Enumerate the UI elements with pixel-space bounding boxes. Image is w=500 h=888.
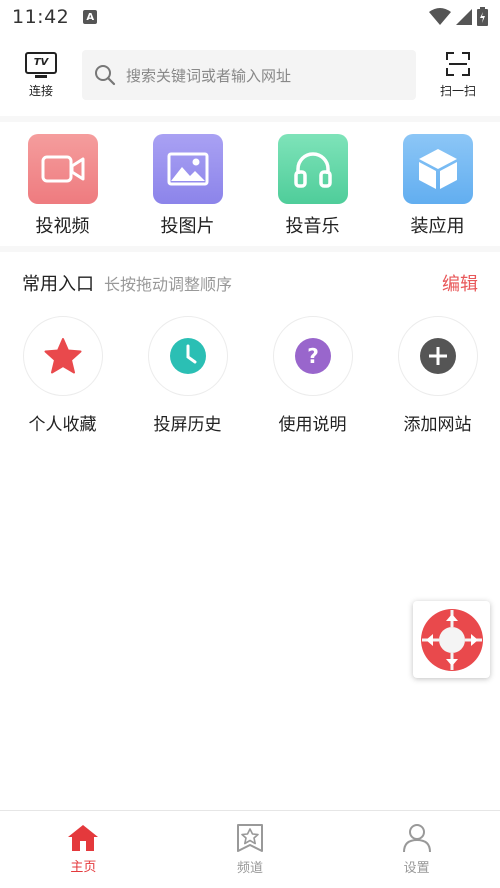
- person-icon: [402, 824, 431, 853]
- battery-icon: [477, 7, 488, 26]
- feature-tile: [402, 134, 473, 204]
- favorite-icon-circle: [22, 316, 103, 396]
- tv-icon: TV: [25, 51, 57, 78]
- scan-button[interactable]: 扫一扫: [416, 44, 500, 106]
- edit-button[interactable]: 编辑: [442, 270, 478, 296]
- clock-icon: [169, 338, 206, 374]
- nav-item-channel[interactable]: 频道: [167, 811, 334, 888]
- status-bar: 11:42 A: [0, 0, 500, 34]
- search-icon: [95, 65, 116, 86]
- favorite-personal-collection[interactable]: 个人收藏: [0, 316, 125, 436]
- notification-app-icon: A: [83, 10, 98, 24]
- favorite-label: 添加网站: [403, 415, 472, 435]
- top-bar: TV 连接 搜索关键词或者输入网址 扫一扫: [0, 44, 500, 106]
- feature-cast-image[interactable]: 投图片: [125, 134, 250, 242]
- nav-label: 设置: [403, 861, 430, 876]
- favorite-label: 使用说明: [278, 415, 347, 435]
- feature-tile: [152, 134, 223, 204]
- remote-control-button[interactable]: [413, 601, 490, 678]
- tv-connect-label: 连接: [28, 83, 53, 98]
- nav-label: 主页: [70, 860, 97, 875]
- question-icon: ?: [294, 338, 331, 374]
- favorite-icon-circle: ?: [272, 316, 353, 396]
- video-camera-icon: [41, 155, 84, 183]
- scan-label: 扫一扫: [439, 83, 476, 98]
- favorites-header: 常用入口 长按拖动调整顺序 编辑: [0, 266, 500, 300]
- nav-item-settings[interactable]: 设置: [333, 811, 500, 888]
- feature-tile: [27, 134, 98, 204]
- tv-badge-text: TV: [33, 57, 49, 68]
- favorites-hint: 长按拖动调整顺序: [104, 275, 233, 294]
- section-divider: [0, 246, 500, 252]
- favorite-label: 投屏历史: [153, 415, 222, 435]
- signal-icon: [456, 8, 472, 25]
- feature-cast-video[interactable]: 投视频: [0, 134, 125, 242]
- feature-label: 投视频: [35, 216, 90, 237]
- bottom-nav: 主页 频道 设置: [0, 810, 500, 888]
- favorite-user-guide[interactable]: ? 使用说明: [250, 316, 375, 436]
- nav-item-home[interactable]: 主页: [0, 811, 167, 888]
- favorite-icon-circle: [397, 316, 478, 396]
- svg-text:?: ?: [307, 344, 319, 368]
- remote-dpad-icon: [420, 608, 483, 671]
- favorite-add-website[interactable]: 添加网站: [375, 316, 500, 436]
- status-indicators: [429, 7, 488, 26]
- home-icon: [68, 825, 99, 851]
- home-screen: 11:42 A TV 连接 搜索关键词或者输入网址 扫一扫 投视频 投图片 投音…: [0, 0, 500, 888]
- channel-star-icon: [237, 824, 263, 852]
- favorite-icon-circle: [147, 316, 228, 396]
- nav-label: 频道: [237, 861, 264, 876]
- headphones-icon: [293, 152, 332, 188]
- favorites-title: 常用入口: [22, 274, 94, 295]
- feature-label: 投音乐: [285, 216, 340, 237]
- favorite-cast-history[interactable]: 投屏历史: [125, 316, 250, 436]
- status-time: 11:42: [12, 6, 70, 28]
- scan-icon: [446, 51, 470, 76]
- star-icon: [44, 338, 81, 374]
- feature-label: 投图片: [160, 216, 215, 237]
- wifi-icon: [429, 7, 451, 25]
- cube-icon: [418, 149, 457, 189]
- search-placeholder: 搜索关键词或者输入网址: [126, 66, 292, 85]
- feature-install-app[interactable]: 装应用: [375, 134, 500, 242]
- plus-icon: [419, 338, 456, 374]
- feature-tile: [277, 134, 348, 204]
- tv-connect-button[interactable]: TV 连接: [0, 44, 82, 106]
- section-divider: [0, 116, 500, 122]
- favorite-label: 个人收藏: [28, 415, 97, 435]
- image-icon: [167, 152, 208, 186]
- feature-label: 装应用: [410, 216, 465, 237]
- favorites-grid: 个人收藏 投屏历史 ? 使用说明 添加网站: [0, 316, 500, 436]
- cast-feature-grid: 投视频 投图片 投音乐 装应用: [0, 134, 500, 242]
- search-input[interactable]: 搜索关键词或者输入网址: [82, 50, 416, 100]
- feature-cast-music[interactable]: 投音乐: [250, 134, 375, 242]
